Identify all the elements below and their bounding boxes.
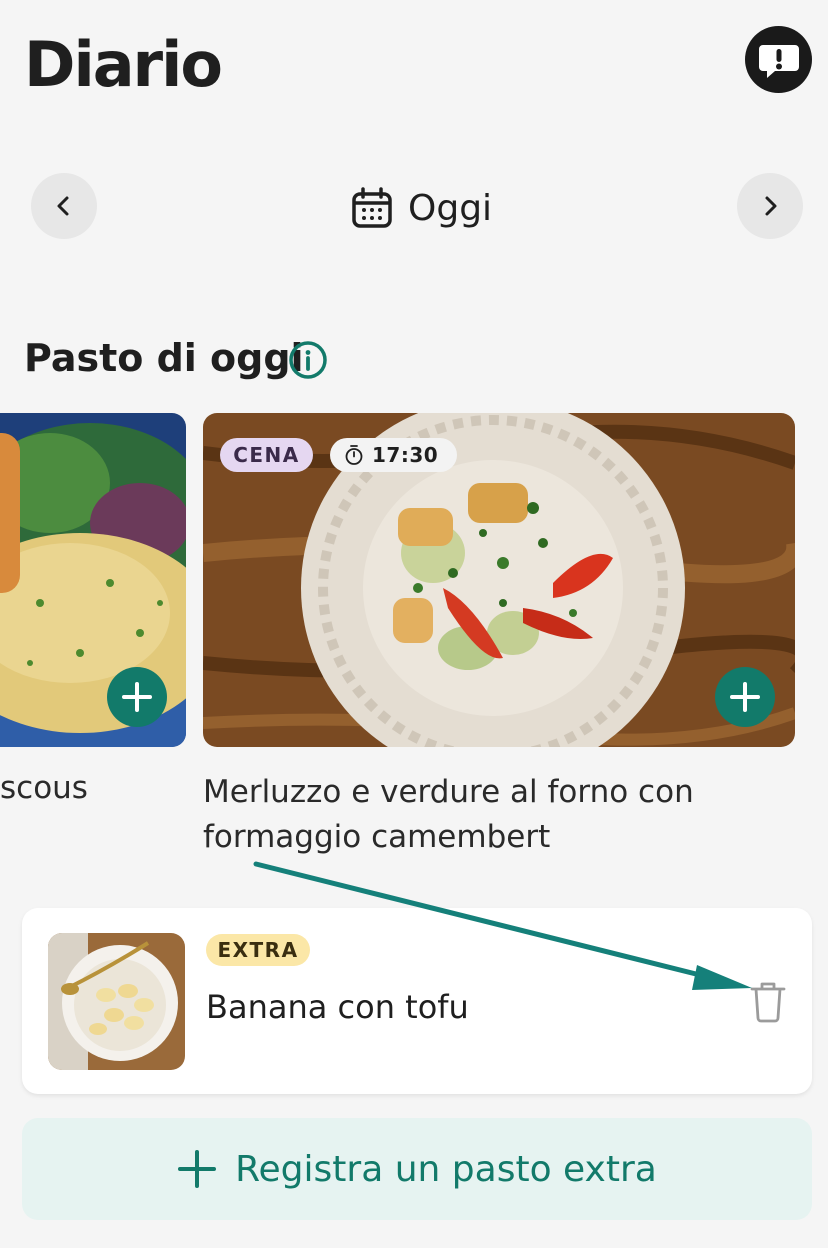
register-extra-meal-label: Registra un pasto extra xyxy=(235,1148,657,1190)
meal-name[interactable]: Merluzzo e verdure al forno con formaggi… xyxy=(203,770,743,860)
chevron-right-icon xyxy=(765,196,777,216)
info-icon[interactable] xyxy=(288,340,328,380)
feedback-icon xyxy=(758,44,799,78)
meal-name[interactable]: scous xyxy=(0,770,88,806)
stopwatch-icon xyxy=(345,445,363,465)
feedback-button[interactable] xyxy=(745,26,812,93)
plus-icon xyxy=(730,682,760,712)
extra-meal-name: Banana con tofu xyxy=(206,988,469,1026)
extra-badge: EXTRA xyxy=(206,934,310,966)
date-label: Oggi xyxy=(408,187,493,229)
calendar-icon xyxy=(352,187,392,228)
plus-icon xyxy=(178,1150,217,1188)
banana-bowl-image xyxy=(48,933,185,1070)
next-day-button[interactable] xyxy=(737,173,803,239)
meal-type-badge: CENA xyxy=(220,438,313,472)
plus-icon xyxy=(122,682,152,712)
add-meal-button[interactable] xyxy=(715,667,775,727)
trash-icon[interactable] xyxy=(748,980,788,1024)
extra-meal-thumbnail xyxy=(48,933,185,1070)
page-title: Diario xyxy=(24,28,223,101)
add-meal-button[interactable] xyxy=(107,667,167,727)
date-selector[interactable]: Oggi xyxy=(350,183,492,233)
previous-day-button[interactable] xyxy=(31,173,97,239)
meal-time-badge: 17:30 xyxy=(330,438,457,472)
meal-time: 17:30 xyxy=(372,443,439,467)
register-extra-meal-button[interactable]: Registra un pasto extra xyxy=(22,1118,812,1220)
chevron-left-icon xyxy=(57,196,69,216)
section-title: Pasto di oggi xyxy=(24,336,304,380)
